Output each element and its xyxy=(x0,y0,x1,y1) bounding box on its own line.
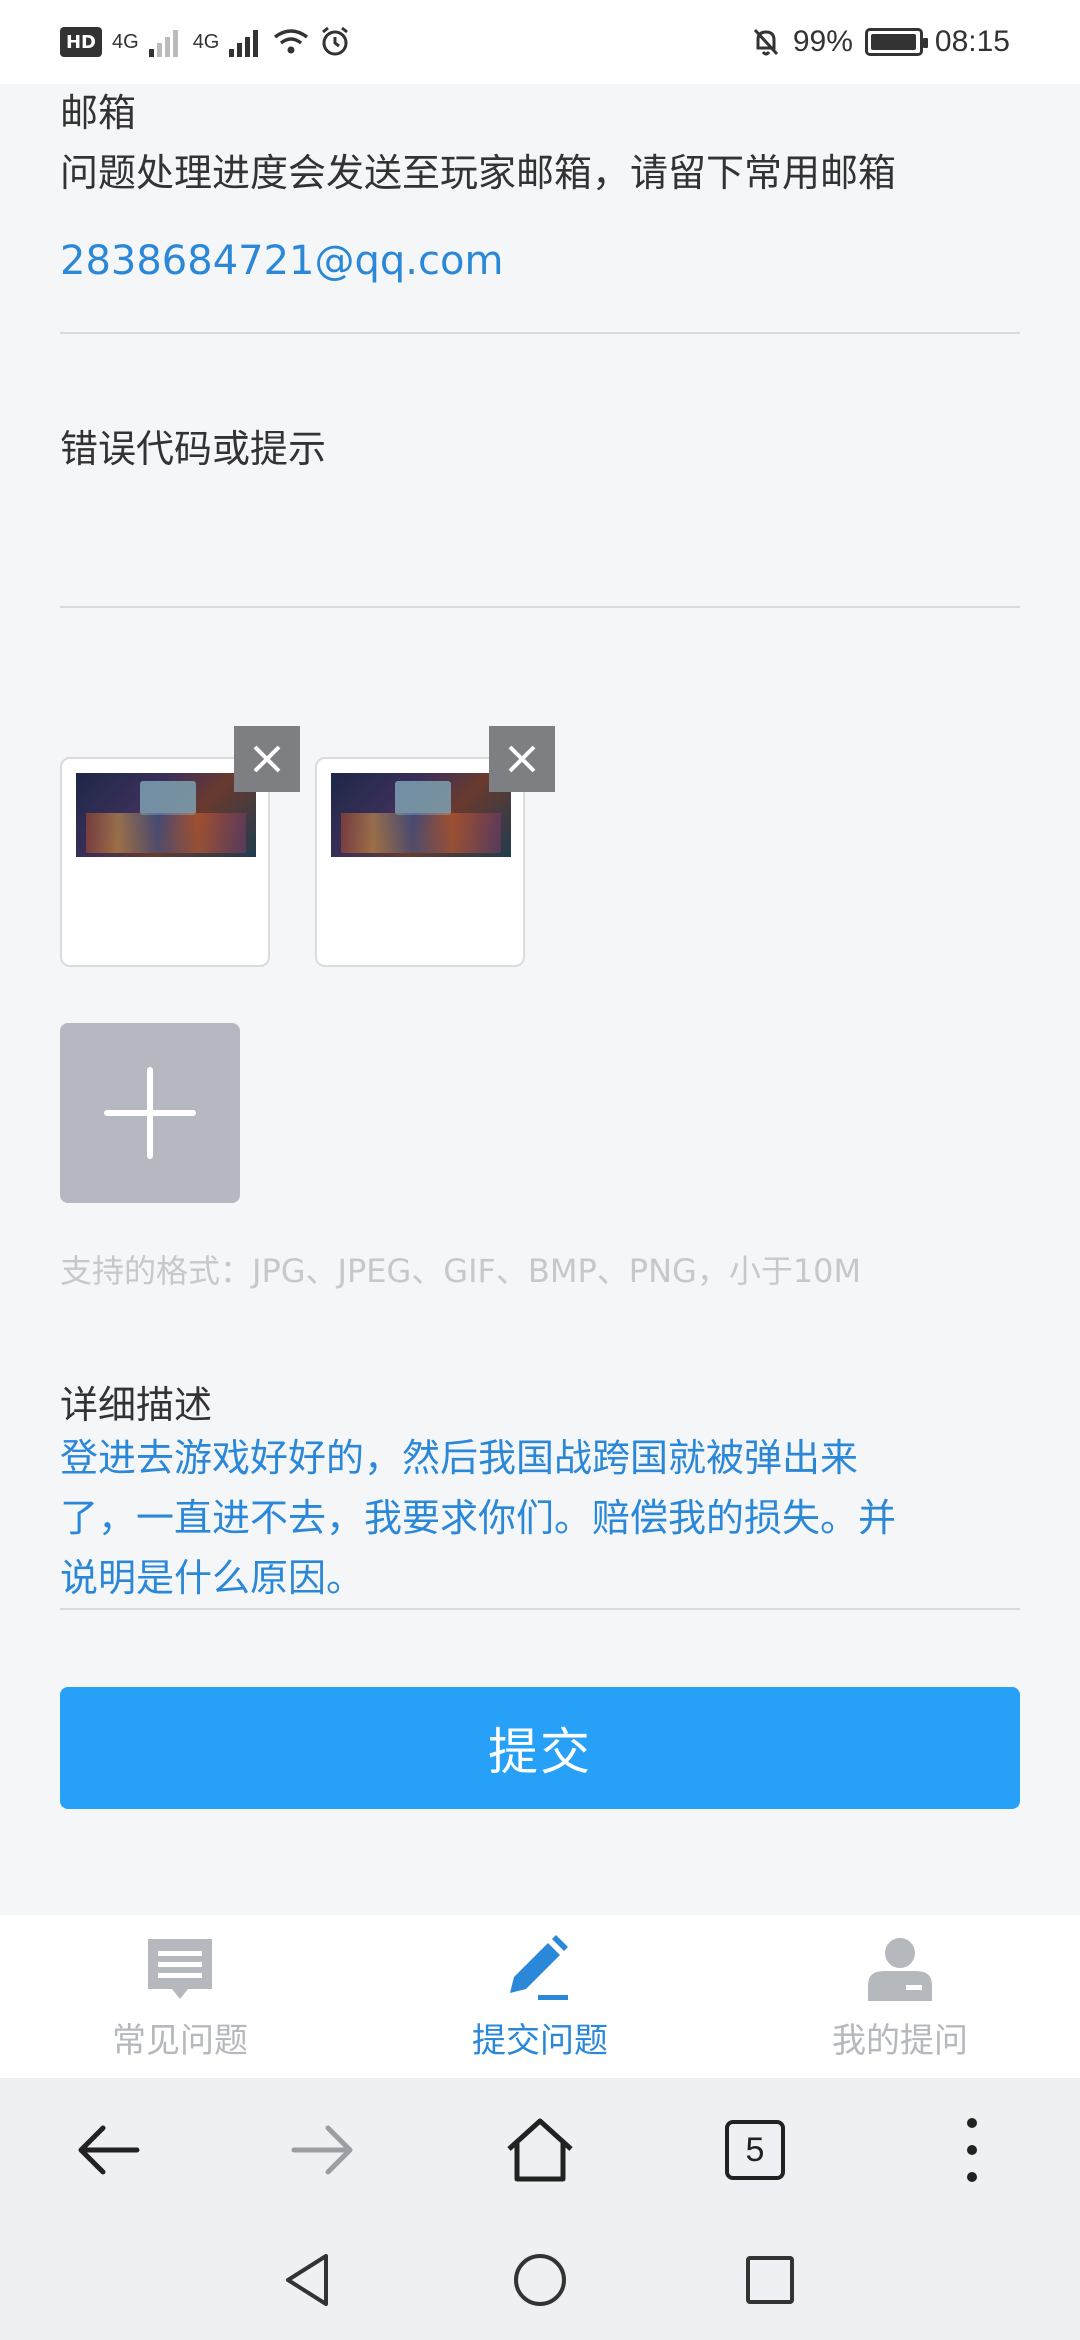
user-icon xyxy=(860,1935,940,2005)
tab-count-badge: 5 xyxy=(725,2120,785,2180)
system-back-button[interactable] xyxy=(278,2250,338,2314)
signal-icon-1 xyxy=(148,30,178,57)
status-bar: HD 4G 4G 99% 08:15 xyxy=(0,0,1080,84)
faq-list-icon xyxy=(140,1935,220,2005)
remove-attachment-1-button[interactable] xyxy=(234,726,300,792)
signal-icon-2 xyxy=(229,30,259,57)
description-line: 了，一直进不去，我要求你们。赔偿我的损失。并 xyxy=(60,1496,897,1540)
system-recents-button[interactable] xyxy=(740,2250,800,2314)
home-button[interactable] xyxy=(490,2100,590,2200)
status-left: HD 4G 4G xyxy=(60,18,351,66)
screenshot-image xyxy=(76,773,256,857)
tabs-button[interactable]: 5 xyxy=(705,2100,805,2200)
battery-percent: 99% xyxy=(792,25,853,58)
screenshot-image xyxy=(331,773,511,857)
description-line: 说明是什么原因。 xyxy=(60,1556,365,1600)
close-icon xyxy=(253,745,281,773)
submit-button[interactable]: 提交 xyxy=(60,1687,1020,1809)
tab-count: 5 xyxy=(745,2130,765,2169)
back-button[interactable] xyxy=(58,2100,158,2200)
mute-bell-icon xyxy=(753,28,778,56)
tab-faq-label: 常见问题 xyxy=(112,2021,248,2061)
remove-attachment-2-button[interactable] xyxy=(489,726,555,792)
arrow-right-icon xyxy=(291,2125,353,2175)
network-type-1: 4G xyxy=(112,30,139,53)
battery-icon xyxy=(864,28,928,56)
tab-my-questions[interactable]: 我的提问 xyxy=(720,1915,1080,2078)
email-underline xyxy=(60,332,1020,334)
close-icon xyxy=(508,745,536,773)
plus-icon-vertical xyxy=(147,1067,153,1159)
square-recents-icon xyxy=(746,2256,794,2304)
home-icon xyxy=(507,2118,573,2182)
tab-submit-question-label: 提交问题 xyxy=(472,2021,608,2061)
status-right: 99% 08:15 xyxy=(751,18,1010,66)
pencil-icon xyxy=(500,1935,580,2005)
more-menu-button[interactable] xyxy=(922,2100,1022,2200)
alarm-icon xyxy=(322,26,349,56)
arrow-left-icon xyxy=(78,2125,140,2175)
tab-submit-question[interactable]: 提交问题 xyxy=(360,1915,720,2078)
error-code-field[interactable] xyxy=(60,480,1020,604)
error-code-underline xyxy=(60,606,1020,608)
network-type-2: 4G xyxy=(192,30,220,53)
tab-faq[interactable]: 常见问题 xyxy=(0,1915,360,2078)
add-attachment-button[interactable] xyxy=(60,1023,240,1203)
more-vertical-icon xyxy=(967,2118,977,2182)
description-underline xyxy=(60,1608,1020,1610)
browser-toolbar: 5 xyxy=(0,2078,1080,2222)
email-field[interactable]: 2838684721@qq.com xyxy=(60,238,1020,298)
description-label: 详细描述 xyxy=(60,1383,213,1427)
email-hint: 问题处理进度会发送至玩家邮箱，请留下常用邮箱 xyxy=(60,151,897,195)
battery-fill xyxy=(870,34,917,50)
system-navigation-bar xyxy=(0,2222,1080,2340)
wifi-icon xyxy=(274,29,309,54)
bottom-tab-bar: 常见问题 提交问题 我的提问 xyxy=(0,1915,1080,2078)
email-label: 邮箱 xyxy=(60,91,137,135)
circle-home-icon xyxy=(514,2254,566,2306)
description-textarea[interactable]: 登进去游戏好好的，然后我国战跨国就被弹出来 了，一直进不去，我要求你们。赔偿我的… xyxy=(60,1428,1020,1604)
forward-button[interactable] xyxy=(273,2100,373,2200)
formats-hint: 支持的格式：JPG、JPEG、GIF、BMP、PNG，小于10M xyxy=(60,1252,862,1290)
hd-badge: HD xyxy=(60,27,102,57)
clock-time: 08:15 xyxy=(934,25,1010,58)
tab-my-questions-label: 我的提问 xyxy=(832,2021,968,2061)
triangle-back-icon xyxy=(286,2254,328,2306)
error-code-label: 错误代码或提示 xyxy=(60,427,327,471)
system-home-button[interactable] xyxy=(510,2250,570,2314)
description-line: 登进去游戏好好的，然后我国战跨国就被弹出来 xyxy=(60,1436,859,1480)
